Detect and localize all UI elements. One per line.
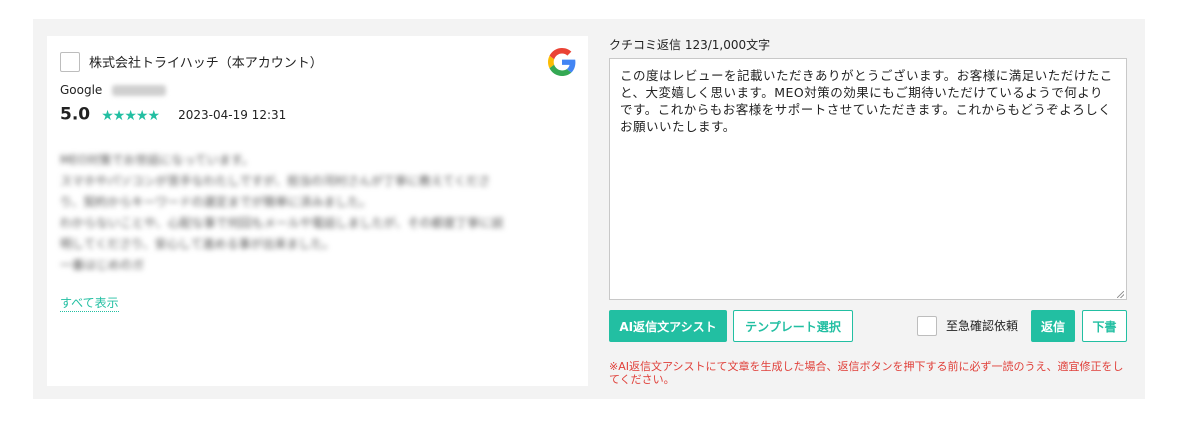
star-rating: ★★★★★: [101, 105, 160, 124]
source-name: Google: [60, 83, 103, 97]
star-icon: ★: [112, 108, 126, 124]
draft-button[interactable]: 下書: [1082, 310, 1127, 342]
ai-assist-notice: ※AI返信文アシストにて文章を生成した場合、返信ボタンを押下する前に必ず一読のう…: [609, 360, 1124, 386]
star-icon: ★: [147, 108, 160, 124]
google-icon: [548, 48, 576, 76]
reply-textarea[interactable]: この度はレビューを記載いただきありがとうございます。お客様に満足いただけたこと、…: [609, 58, 1127, 300]
rating-row: 5.0 ★★★★★ 2023-04-19 12:31: [60, 104, 286, 125]
show-all-link[interactable]: すべて表示: [60, 294, 119, 312]
resize-handle-icon[interactable]: [1117, 291, 1124, 298]
urgent-confirm-checkbox[interactable]: [917, 316, 937, 336]
urgent-confirm-label: 至急確認依頼: [946, 319, 1019, 333]
review-source: Google: [60, 83, 167, 97]
template-select-button[interactable]: テンプレート選択: [733, 310, 853, 342]
account-name: 株式会社トライハッチ（本アカウント）: [89, 56, 323, 71]
review-line: 一番はじめのガ: [60, 258, 145, 272]
reply-char-count-label: クチコミ返信 123/1,000文字: [609, 38, 771, 52]
review-line: り、契約からキーワードの選定までが簡単に済みました。: [60, 195, 372, 209]
star-icon: ★: [135, 108, 149, 124]
review-date: 2023-04-19 12:31: [178, 107, 287, 122]
review-line: 明してくださり、安心して進める事が出来ました。: [60, 237, 335, 251]
select-review-checkbox[interactable]: [60, 52, 80, 72]
star-icon: ★: [124, 108, 137, 124]
review-line: スマホやパソコンが苦手なわたしですが、担当の河村さんが丁寧に教えてくださ: [60, 174, 491, 188]
review-text-blurred: MEO対策でお世話になっています。 スマホやパソコンが苦手なわたしですが、担当の…: [60, 150, 570, 276]
reviewer-name-blurred: [112, 85, 167, 96]
star-icon: ★: [101, 108, 114, 124]
ai-assist-button[interactable]: AI返信文アシスト: [609, 310, 727, 342]
rating-value: 5.0: [60, 104, 91, 125]
review-line: わからないことや、心配な事で何回もメールや電話しましたが、その都度丁寧に説: [60, 216, 504, 230]
reply-button[interactable]: 返信: [1031, 310, 1075, 342]
review-line: MEO対策でお世話になっています。: [60, 153, 254, 167]
